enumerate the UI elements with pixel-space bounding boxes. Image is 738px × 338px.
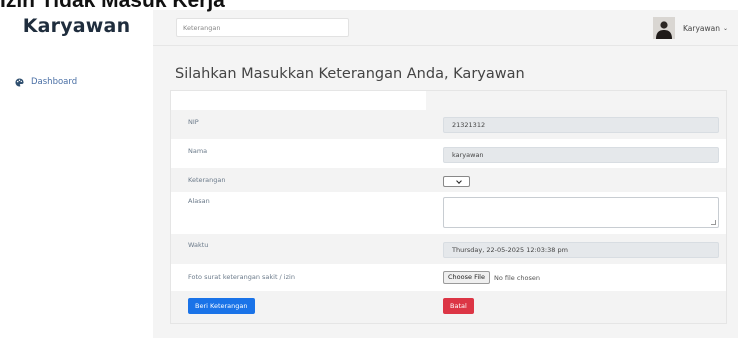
nip-field: 21321312	[443, 117, 719, 133]
card-header	[171, 91, 426, 110]
sidebar-item-label: Dashboard	[31, 77, 78, 87]
search-input[interactable]	[176, 18, 349, 37]
row-keterangan: Keterangan	[171, 168, 726, 192]
brand-title: Karyawan	[22, 15, 131, 37]
row-alasan: Alasan	[171, 192, 726, 234]
palette-icon	[15, 77, 24, 87]
alasan-textarea[interactable]	[443, 197, 719, 228]
topbar: Karyawan ⌄	[153, 10, 738, 46]
user-menu[interactable]: Karyawan ⌄	[652, 16, 728, 40]
avatar	[652, 17, 675, 39]
file-picker: Choose File No file chosen	[443, 271, 540, 284]
main-content: Silahkan Masukkan Keterangan Anda, Karya…	[153, 46, 738, 338]
form-card: NIP 21321312 Nama karyawan Keterangan Al…	[170, 90, 727, 324]
sidebar-item-dashboard[interactable]: Dashboard	[15, 74, 77, 90]
user-name: Karyawan	[682, 23, 720, 33]
row-waktu: Waktu Thursday, 22-05-2025 12:03:38 pm	[171, 234, 726, 264]
foto-label: Foto surat keterangan sakit / izin	[188, 273, 295, 281]
sidebar: Karyawan Dashboard	[0, 0, 153, 338]
nama-field: karyawan	[443, 147, 719, 163]
page-title: Silahkan Masukkan Keterangan Anda, Karya…	[175, 66, 525, 82]
document-caption: Izin Tidak Masuk Kerja	[0, 0, 225, 12]
row-nip: NIP 21321312	[171, 110, 726, 139]
cancel-button[interactable]: Batal	[443, 298, 474, 314]
waktu-field: Thursday, 22-05-2025 12:03:38 pm	[443, 242, 719, 258]
row-nama: Nama karyawan	[171, 139, 726, 168]
alasan-label: Alasan	[188, 197, 210, 205]
waktu-label: Waktu	[188, 241, 209, 249]
row-foto: Foto surat keterangan sakit / izin Choos…	[171, 264, 726, 291]
keterangan-select[interactable]	[443, 176, 470, 187]
submit-button[interactable]: Beri Keterangan	[188, 298, 255, 314]
row-actions: Beri Keterangan Batal	[171, 291, 726, 323]
choose-file-button[interactable]: Choose File	[443, 271, 490, 284]
keterangan-label: Keterangan	[188, 176, 226, 184]
file-status: No file chosen	[493, 273, 540, 282]
chevron-down-icon: ⌄	[722, 24, 728, 32]
nama-label: Nama	[188, 147, 208, 155]
card-header-right	[426, 91, 726, 110]
nip-label: NIP	[188, 118, 199, 126]
